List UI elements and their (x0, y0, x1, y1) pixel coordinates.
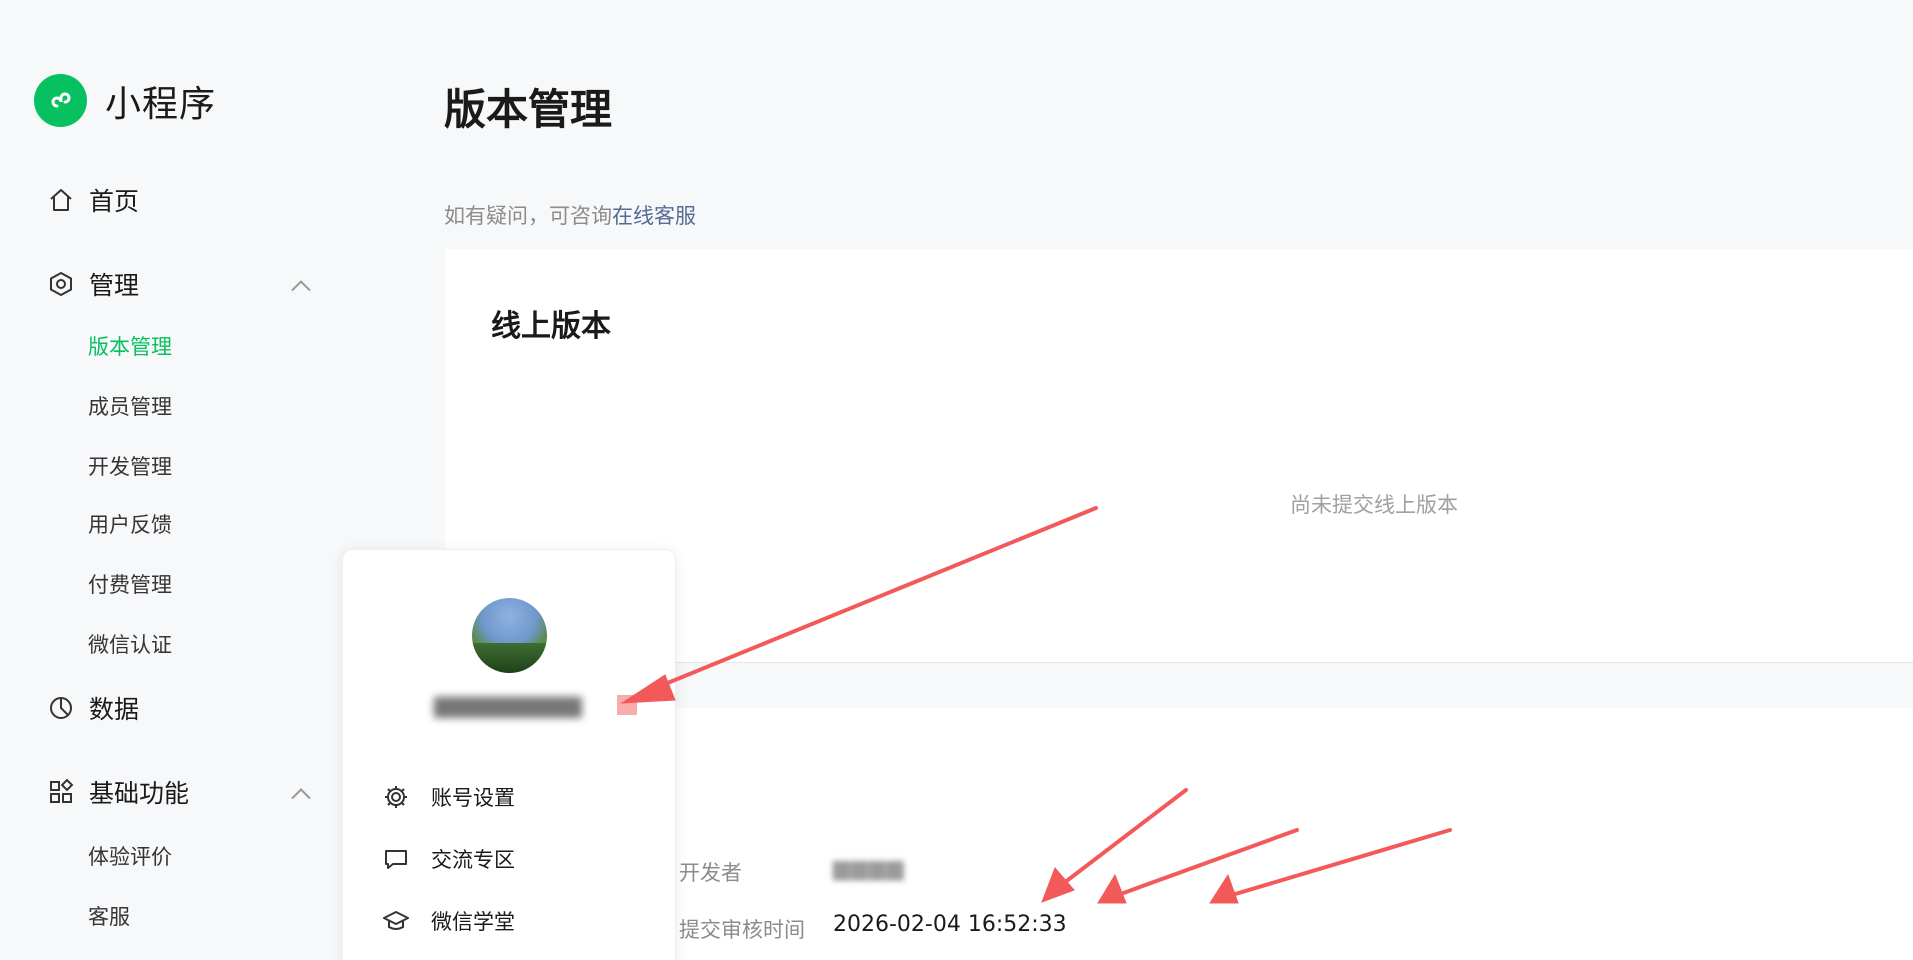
app-name: 小程序 (105, 83, 217, 125)
sidebar-item-dev-management[interactable]: 开发管理 (88, 451, 172, 481)
username: ▆▆▆▆▆▆▆▆ (434, 690, 582, 718)
sidebar-item-experience-rating[interactable]: 体验评价 (88, 841, 172, 871)
help-text: 如有疑问，可咨询在线客服 (444, 200, 696, 230)
sidebar-item-manage[interactable]: 管理 (47, 266, 312, 302)
chevron-up-icon (290, 270, 312, 299)
sidebar-item-user-feedback[interactable]: 用户反馈 (88, 509, 172, 539)
menu-item-label: 账号设置 (431, 786, 515, 810)
sidebar-item-label: 管理 (89, 271, 140, 300)
gear-icon (383, 784, 409, 810)
graduation-cap-icon (383, 908, 409, 934)
menu-item-label: 微信学堂 (431, 910, 515, 934)
pie-chart-icon (47, 694, 75, 722)
sidebar-item-wechat-certification[interactable]: 微信认证 (88, 629, 172, 659)
sidebar-item-basic-functions[interactable]: 基础功能 (47, 774, 312, 810)
mini-program-logo-icon (34, 74, 87, 127)
sidebar-item-label: 首页 (89, 187, 140, 216)
help-prefix: 如有疑问，可咨询 (444, 204, 612, 228)
sidebar-item-label: 基础功能 (89, 779, 190, 808)
sidebar-item-label: 数据 (89, 695, 140, 724)
sidebar-item-payment-management[interactable]: 付费管理 (88, 569, 172, 599)
sidebar-item-home[interactable]: 首页 (47, 182, 312, 218)
home-icon (47, 186, 75, 214)
app-logo[interactable]: 小程序 (34, 74, 216, 127)
sidebar-item-version-management[interactable]: 版本管理 (88, 331, 172, 361)
grid-apps-icon (47, 778, 75, 806)
menu-item-account-settings[interactable]: 账号设置 (383, 782, 515, 812)
submit-time-label: 提交审核时间 (679, 918, 805, 942)
settings-hexagon-icon (47, 270, 75, 298)
empty-state-text: 尚未提交线上版本 (1290, 493, 1458, 517)
online-version-title: 线上版本 (491, 309, 611, 344)
submit-time-value: 2026-02-04 16:52:33 (833, 912, 1067, 937)
online-service-link[interactable]: 在线客服 (612, 204, 696, 228)
menu-item-community[interactable]: 交流专区 (383, 844, 515, 874)
chevron-up-icon (290, 778, 312, 807)
sidebar-item-data[interactable]: 数据 (47, 690, 312, 726)
menu-item-label: 交流专区 (431, 848, 515, 872)
sidebar-item-member-management[interactable]: 成员管理 (88, 391, 172, 421)
developer-label: 开发者 (679, 861, 742, 885)
account-popup: ▆▆▆▆▆▆▆▆ 账号设置 交流专区 微信学堂 (342, 549, 676, 960)
sidebar-item-customer-service[interactable]: 客服 (88, 901, 130, 931)
menu-item-wechat-academy[interactable]: 微信学堂 (383, 906, 515, 936)
avatar[interactable] (472, 598, 547, 673)
page-title: 版本管理 (444, 85, 613, 134)
developer-value: ▆▆▆▆ (833, 856, 905, 881)
chat-bubble-icon (383, 846, 409, 872)
